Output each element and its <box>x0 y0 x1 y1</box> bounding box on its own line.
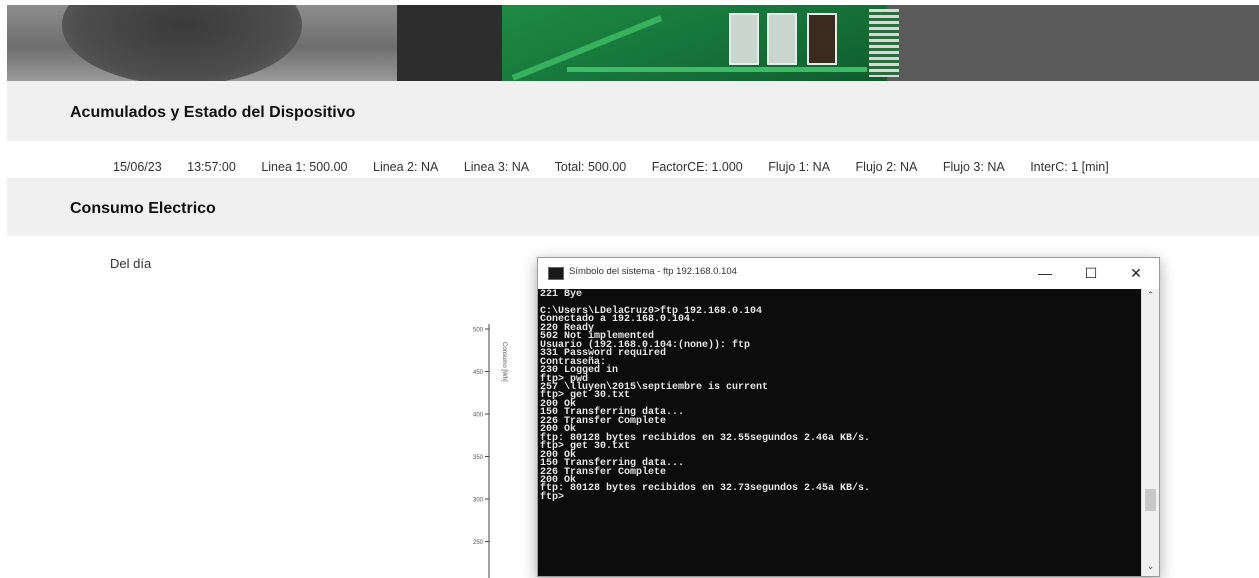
status-time: 13:57:00 <box>187 160 236 174</box>
banner-component <box>807 13 837 65</box>
status-date: 15/06/23 <box>113 160 162 174</box>
console-text: 221 Bye C:\Users\LDelaCruz0>ftp 192.168.… <box>540 289 871 503</box>
status-linea1: Linea 1: 500.00 <box>261 160 348 174</box>
cmd-window[interactable]: Símbolo del sistema - ftp 192.168.0.104 … <box>537 257 1160 577</box>
chart-y-tick-label: 400 <box>473 413 484 419</box>
chart-y-tick-label: 450 <box>473 370 484 376</box>
cmd-console-output[interactable]: 221 Bye C:\Users\LDelaCruz0>ftp 192.168.… <box>538 289 1141 576</box>
consumo-title: Consumo Electrico <box>70 200 216 217</box>
cmd-window-title: Símbolo del sistema - ftp 192.168.0.104 <box>569 266 737 277</box>
banner-component <box>767 13 797 65</box>
close-button[interactable]: ✕ <box>1116 261 1156 285</box>
scroll-thumb[interactable] <box>1145 489 1156 511</box>
status-flujo1: Flujo 1: NA <box>768 160 831 174</box>
chart-y-tick-label: 350 <box>473 455 484 461</box>
header-banner-image <box>7 5 1259 81</box>
status-flujo3: Flujo 3: NA <box>942 160 1005 174</box>
cmd-titlebar[interactable]: Símbolo del sistema - ftp 192.168.0.104 … <box>538 258 1159 288</box>
consumo-header: Consumo Electrico <box>7 178 1259 236</box>
minimize-button[interactable]: — <box>1025 261 1065 285</box>
cmd-app-icon <box>548 267 564 280</box>
acumulados-header: Acumulados y Estado del Dispositivo <box>7 81 1259 141</box>
chart-y-axis-label: Consumo [Wh] <box>501 342 507 382</box>
cmd-scrollbar[interactable]: ⌃ ⌄ <box>1141 289 1159 576</box>
chart-y-tick-label: 500 <box>473 328 484 334</box>
chart-subtitle: Del día <box>110 256 152 271</box>
status-total: Total: 500.00 <box>554 160 627 174</box>
maximize-button[interactable]: ☐ <box>1071 261 1111 285</box>
banner-chip-pins <box>869 9 899 77</box>
device-status-row: 15/06/23 13:57:00 Linea 1: 500.00 Linea … <box>113 160 1109 174</box>
banner-dark-gap <box>397 5 507 81</box>
chart-y-tick-label: 250 <box>473 540 484 546</box>
consumo-chart: 500 450 400 350 300 250 Consumo [Wh] <box>473 324 507 578</box>
scroll-down-icon[interactable]: ⌄ <box>1142 561 1159 575</box>
status-linea2: Linea 2: NA <box>373 160 439 174</box>
banner-trace <box>567 67 867 72</box>
banner-chip <box>887 5 1259 81</box>
chart-y-tick-label: 300 <box>473 498 484 504</box>
status-factor: FactorCE: 1.000 <box>651 160 743 174</box>
scroll-up-icon[interactable]: ⌃ <box>1142 290 1159 304</box>
status-interc: InterC: 1 [min] <box>1030 160 1109 174</box>
banner-component <box>729 13 759 65</box>
acumulados-title: Acumulados y Estado del Dispositivo <box>70 104 356 121</box>
status-flujo2: Flujo 2: NA <box>855 160 918 174</box>
status-linea3: Linea 3: NA <box>463 160 530 174</box>
